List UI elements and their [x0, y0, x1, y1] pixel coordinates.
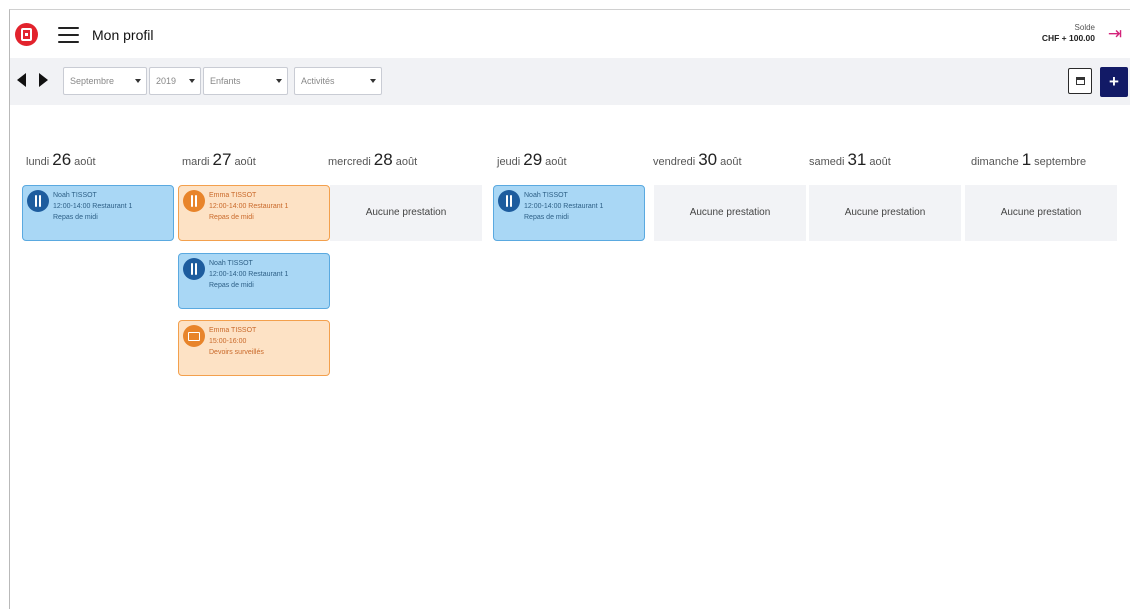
- card-description: Repas de midi: [524, 214, 569, 221]
- app-frame: Mon profil Solde CHF + 100.00 ⇥ Septembr…: [9, 9, 1130, 609]
- utensils-icon: [183, 258, 205, 280]
- balance-amount: CHF + 100.00: [1041, 33, 1095, 43]
- logout-icon[interactable]: ⇥: [1105, 24, 1125, 44]
- day-header-monday: lundi 26 août: [26, 150, 96, 169]
- card-time: 12:00-14:00 Restaurant 1: [209, 271, 289, 278]
- chevron-down-icon: [276, 79, 282, 83]
- chevron-down-icon: [370, 79, 376, 83]
- menu-icon[interactable]: [58, 27, 79, 43]
- day-header-tuesday: mardi 27 août: [182, 150, 256, 169]
- card-child-name: Noah TISSOT: [53, 192, 97, 199]
- top-header: Mon profil Solde CHF + 100.00 ⇥: [10, 10, 1130, 56]
- card-time: 15:00-16:00: [209, 338, 247, 345]
- calendar-button[interactable]: [1068, 68, 1092, 94]
- booking-card[interactable]: Noah TISSOT 12:00-14:00 Restaurant 1 Rep…: [22, 185, 174, 241]
- booking-card[interactable]: Noah TISSOT 12:00-14:00 Restaurant 1 Rep…: [178, 253, 330, 309]
- card-time: 12:00-14:00 Restaurant 1: [209, 203, 289, 210]
- year-select-value: 2019: [156, 76, 177, 86]
- card-description: Repas de midi: [53, 214, 98, 221]
- day-header-thursday: jeudi 29 août: [497, 150, 567, 169]
- card-child-name: Emma TISSOT: [209, 327, 257, 334]
- empty-day-slot: Aucune prestation: [809, 185, 961, 241]
- booking-card[interactable]: Noah TISSOT 12:00-14:00 Restaurant 1 Rep…: [493, 185, 645, 241]
- logo-icon: [21, 28, 32, 41]
- card-description: Repas de midi: [209, 282, 254, 289]
- calendar-toolbar: Septembre 2019 Enfants Activités +: [10, 58, 1130, 105]
- balance-label: Solde: [1074, 23, 1095, 32]
- utensils-icon: [183, 190, 205, 212]
- empty-day-slot: Aucune prestation: [654, 185, 806, 241]
- activity-select-value: Activités: [301, 76, 335, 86]
- empty-day-slot: Aucune prestation: [330, 185, 482, 241]
- app-logo[interactable]: [15, 23, 38, 46]
- utensils-icon: [498, 190, 520, 212]
- card-time: 12:00-14:00 Restaurant 1: [524, 203, 604, 210]
- card-time: 12:00-14:00 Restaurant 1: [53, 203, 133, 210]
- children-select-value: Enfants: [210, 76, 241, 86]
- day-header-saturday: samedi 31 août: [809, 150, 891, 169]
- day-header-wednesday: mercredi 28 août: [328, 150, 418, 169]
- year-select[interactable]: 2019: [149, 67, 201, 95]
- balance-display: Solde CHF + 100.00: [1042, 23, 1095, 43]
- page-title: Mon profil: [92, 27, 154, 43]
- card-description: Devoirs surveillés: [209, 349, 264, 356]
- card-child-name: Noah TISSOT: [524, 192, 568, 199]
- day-header-sunday: dimanche 1 septembre: [971, 150, 1087, 169]
- books-icon: [183, 325, 205, 347]
- add-button[interactable]: +: [1100, 67, 1128, 97]
- chevron-down-icon: [135, 79, 141, 83]
- day-header-friday: vendredi 30 août: [653, 150, 742, 169]
- card-child-name: Emma TISSOT: [209, 192, 257, 199]
- calendar-icon: [1075, 77, 1085, 85]
- empty-day-slot: Aucune prestation: [965, 185, 1117, 241]
- chevron-down-icon: [189, 79, 195, 83]
- next-week-icon[interactable]: [39, 73, 48, 87]
- previous-week-icon[interactable]: [17, 73, 26, 87]
- month-select[interactable]: Septembre: [63, 67, 147, 95]
- card-child-name: Noah TISSOT: [209, 260, 253, 267]
- activity-select[interactable]: Activités: [294, 67, 382, 95]
- card-description: Repas de midi: [209, 214, 254, 221]
- children-select[interactable]: Enfants: [203, 67, 288, 95]
- month-select-value: Septembre: [70, 76, 115, 86]
- booking-card[interactable]: Emma TISSOT 15:00-16:00 Devoirs surveill…: [178, 320, 330, 376]
- utensils-icon: [27, 190, 49, 212]
- booking-card[interactable]: Emma TISSOT 12:00-14:00 Restaurant 1 Rep…: [178, 185, 330, 241]
